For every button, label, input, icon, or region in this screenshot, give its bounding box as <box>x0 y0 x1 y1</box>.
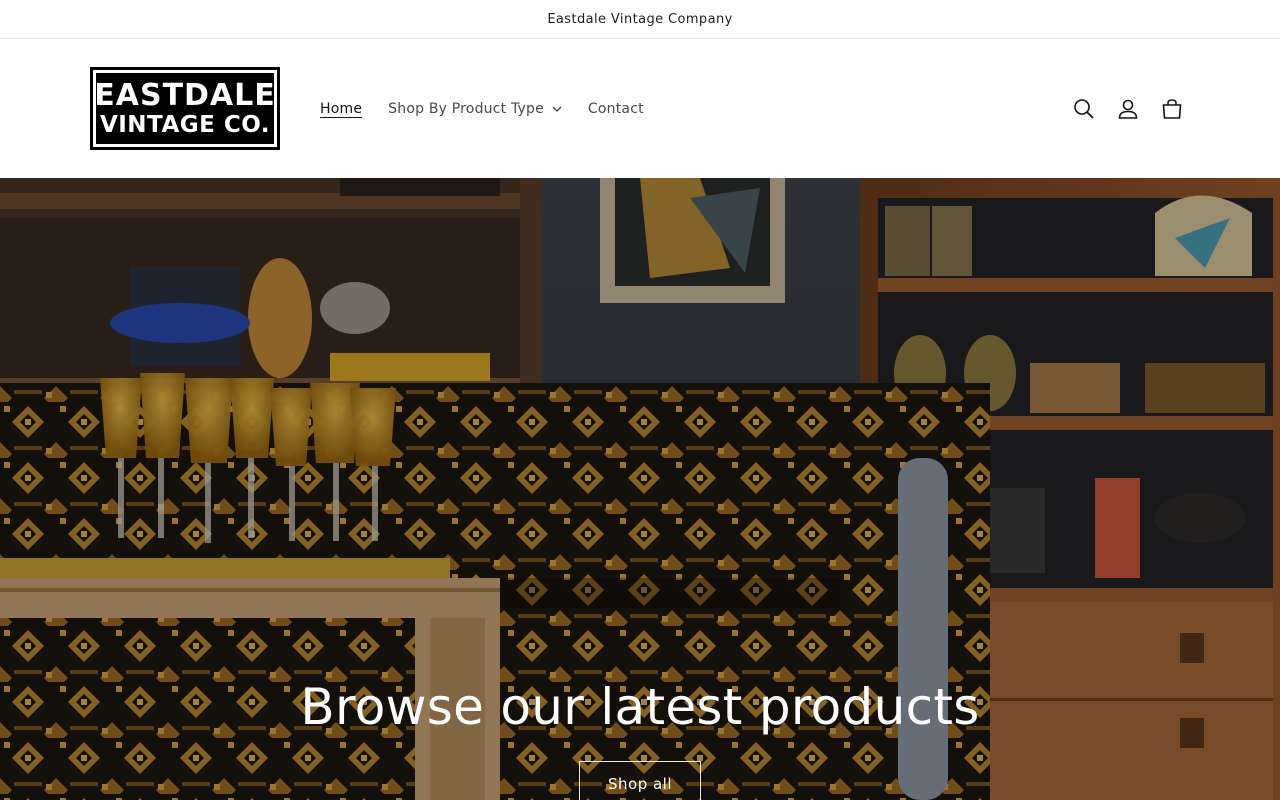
nav-item-home[interactable]: Home <box>320 101 362 117</box>
nav-item-contact[interactable]: Contact <box>588 101 644 117</box>
site-header: EASTDALE VINTAGE CO. Home Shop By Produc… <box>0 39 1280 178</box>
logo-line-1: EASTDALE <box>94 77 276 113</box>
chevron-down-icon <box>552 106 562 112</box>
announcement-text: Eastdale Vintage Company <box>547 11 733 27</box>
account-button[interactable] <box>1106 87 1150 131</box>
search-icon <box>1074 98 1094 119</box>
logo-line-2: VINTAGE CO. <box>99 111 271 138</box>
search-button[interactable] <box>1062 87 1106 131</box>
account-icon <box>1118 99 1138 119</box>
cart-icon <box>1162 98 1182 119</box>
nav-item-label: Shop By Product Type <box>388 100 544 117</box>
logo-mark: EASTDALE VINTAGE CO. <box>94 73 276 144</box>
nav-item-shop-by-product-type[interactable]: Shop By Product Type <box>388 101 562 117</box>
hero-banner: Browse our latest products Shop all <box>0 178 1280 800</box>
nav-item-label: Contact <box>587 100 644 117</box>
main-nav: Home Shop By Product Type Contact <box>320 39 670 178</box>
announcement-bar: Eastdale Vintage Company <box>0 0 1280 39</box>
store-logo[interactable]: EASTDALE VINTAGE CO. <box>90 67 280 150</box>
nav-item-label: Home <box>320 100 363 117</box>
shop-all-button[interactable]: Shop all <box>579 761 701 800</box>
header-icons <box>1062 39 1194 178</box>
hero-title: Browse our latest products <box>300 678 980 736</box>
cart-button[interactable] <box>1150 87 1194 131</box>
